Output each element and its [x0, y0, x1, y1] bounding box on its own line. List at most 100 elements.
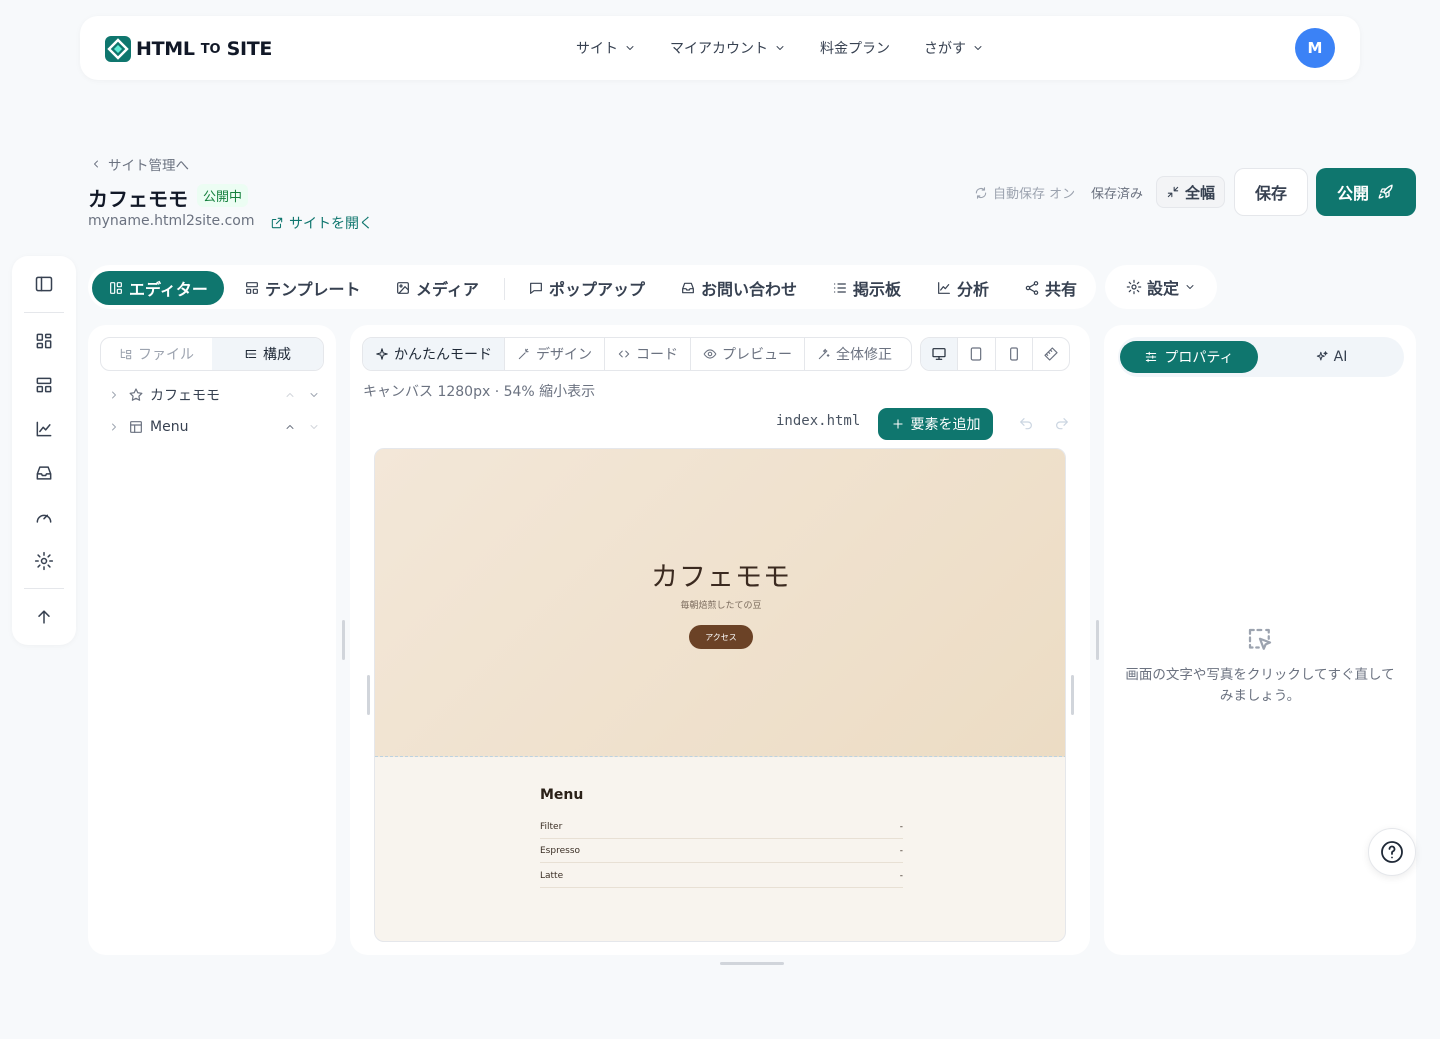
save-button[interactable]: 保存: [1234, 168, 1308, 216]
mode-code-label: コード: [636, 347, 678, 363]
chevron-down-icon: [974, 46, 982, 50]
hero-title[interactable]: カフェモモ: [375, 555, 1065, 594]
menu-site-label: サイト: [576, 41, 618, 57]
tab-board[interactable]: 掲示板: [832, 271, 901, 305]
brand-logo[interactable]: HTML TO SITE: [104, 35, 272, 63]
wand-icon: [818, 348, 830, 360]
seg-structure[interactable]: 構成: [212, 338, 323, 370]
menu-row[interactable]: Latte -: [540, 864, 903, 888]
phone-icon: [1009, 347, 1018, 361]
device-mobile[interactable]: [996, 338, 1033, 370]
mode-code[interactable]: コード: [605, 338, 691, 370]
mode-preview[interactable]: プレビュー: [691, 338, 805, 370]
avatar[interactable]: M: [1295, 28, 1335, 68]
current-filename[interactable]: index.html: [776, 413, 860, 429]
save-status: 保存済み: [1091, 187, 1144, 202]
device-desktop[interactable]: [921, 338, 959, 370]
tree-item-label: カフェモモ: [150, 388, 220, 404]
menu-item-price: -: [899, 845, 903, 856]
fullwidth-button[interactable]: 全幅: [1156, 176, 1226, 208]
seg-file[interactable]: ファイル: [101, 338, 212, 370]
tab-contact[interactable]: お問い合わせ: [680, 271, 797, 305]
status-badge: 公開中: [197, 184, 249, 207]
add-element-button[interactable]: 要素を追加: [878, 408, 993, 440]
dashboard-icon[interactable]: [34, 331, 54, 351]
add-element-label: 要素を追加: [910, 417, 981, 433]
undo-icon[interactable]: [1018, 416, 1034, 432]
tree-item[interactable]: カフェモモ: [108, 384, 322, 406]
publish-button[interactable]: 公開: [1316, 168, 1416, 216]
tab-templates[interactable]: テンプレート: [244, 271, 361, 305]
redo-icon[interactable]: [1054, 416, 1070, 432]
resize-handle[interactable]: [367, 675, 370, 715]
chevron-down-icon[interactable]: [308, 389, 320, 401]
menu-row[interactable]: Espresso -: [540, 839, 903, 863]
resize-handle[interactable]: [1096, 620, 1099, 660]
layout-icon[interactable]: [34, 375, 54, 395]
mode-design[interactable]: デザイン: [505, 338, 605, 370]
menu-account[interactable]: マイアカウント: [670, 38, 786, 58]
tree-item-label: Menu: [150, 419, 189, 435]
tab-share-label: 共有: [1045, 280, 1078, 299]
editor-tabbar: エディター テンプレート メディア ポップアップ お問い合わせ 掲示板 分析 共…: [88, 265, 1096, 309]
resize-handle[interactable]: [720, 962, 784, 965]
autosave-toggle[interactable]: 自動保存 オン: [974, 183, 1075, 202]
list-tree-icon: [245, 349, 257, 359]
mode-easy-label: かんたんモード: [394, 347, 492, 363]
menu-search[interactable]: さがす: [924, 38, 984, 58]
tab-board-label: 掲示板: [853, 280, 902, 299]
tab-share[interactable]: 共有: [1024, 271, 1077, 305]
menu-row[interactable]: Filter -: [540, 815, 903, 839]
resize-handle[interactable]: [342, 620, 345, 660]
menu-item-price: -: [899, 821, 903, 832]
brand-part1: HTML: [136, 38, 195, 60]
menu-site[interactable]: サイト: [576, 38, 636, 58]
back-link[interactable]: サイト管理へ: [90, 154, 189, 174]
settings-dropdown[interactable]: 設定: [1105, 265, 1217, 309]
chevron-right-icon[interactable]: [108, 389, 120, 401]
sparkles-icon: [1316, 351, 1328, 361]
device-custom[interactable]: [1033, 338, 1069, 370]
mode-easy[interactable]: かんたんモード: [363, 338, 505, 370]
sidebar-toggle-icon[interactable]: [34, 274, 54, 294]
tab-editor[interactable]: エディター: [92, 271, 224, 305]
tab-popup[interactable]: ポップアップ: [528, 271, 645, 305]
tab-analytics[interactable]: 分析: [936, 271, 989, 305]
share-icon: [1025, 281, 1039, 295]
chevron-down-icon[interactable]: [308, 421, 320, 433]
magic-wand-icon: [518, 348, 529, 360]
open-site-label: サイトを開く: [289, 216, 373, 232]
resize-handle[interactable]: [1071, 675, 1074, 715]
menu-section-title[interactable]: Menu: [540, 787, 583, 803]
gear-icon[interactable]: [34, 551, 54, 571]
hero-section[interactable]: カフェモモ 毎朝焙煎したての豆 アクセス: [375, 449, 1065, 757]
chevron-right-icon[interactable]: [108, 421, 120, 433]
eye-icon: [703, 349, 717, 359]
tab-divider: [504, 278, 505, 300]
editor-canvas-panel: かんたんモード デザイン コード プレビュー 全体修正 キャンバス 1280px…: [350, 325, 1090, 955]
tree-item[interactable]: Menu: [108, 416, 322, 438]
hero-subtitle[interactable]: 毎朝焙煎したての豆: [375, 598, 1065, 611]
chart-icon[interactable]: [34, 419, 54, 439]
tab-popup-label: ポップアップ: [549, 280, 646, 299]
star-icon: [129, 388, 143, 401]
tab-media[interactable]: メディア: [395, 271, 479, 305]
chevron-up-icon[interactable]: [284, 389, 296, 401]
structure-panel: ファイル 構成 カフェモモ Menu: [88, 325, 336, 955]
list-icon: [834, 283, 846, 293]
open-site-link[interactable]: サイトを開く: [270, 213, 373, 233]
inbox-icon[interactable]: [34, 463, 54, 483]
arrow-up-icon[interactable]: [34, 607, 54, 627]
tab-properties[interactable]: プロパティ: [1120, 341, 1258, 373]
gauge-icon[interactable]: [34, 507, 54, 527]
rail-divider: [24, 588, 64, 589]
device-tablet[interactable]: [958, 338, 996, 370]
menu-pricing[interactable]: 料金プラン: [820, 38, 890, 58]
chevron-up-icon[interactable]: [284, 421, 296, 433]
mode-global-fix[interactable]: 全体修正: [805, 338, 904, 370]
help-button[interactable]: [1368, 828, 1416, 876]
tab-ai[interactable]: AI: [1258, 337, 1404, 377]
hero-button[interactable]: アクセス: [689, 625, 753, 649]
site-preview-canvas[interactable]: カフェモモ 毎朝焙煎したての豆 アクセス Menu Filter - Espres…: [374, 448, 1066, 942]
minimize-icon: [1167, 186, 1179, 198]
